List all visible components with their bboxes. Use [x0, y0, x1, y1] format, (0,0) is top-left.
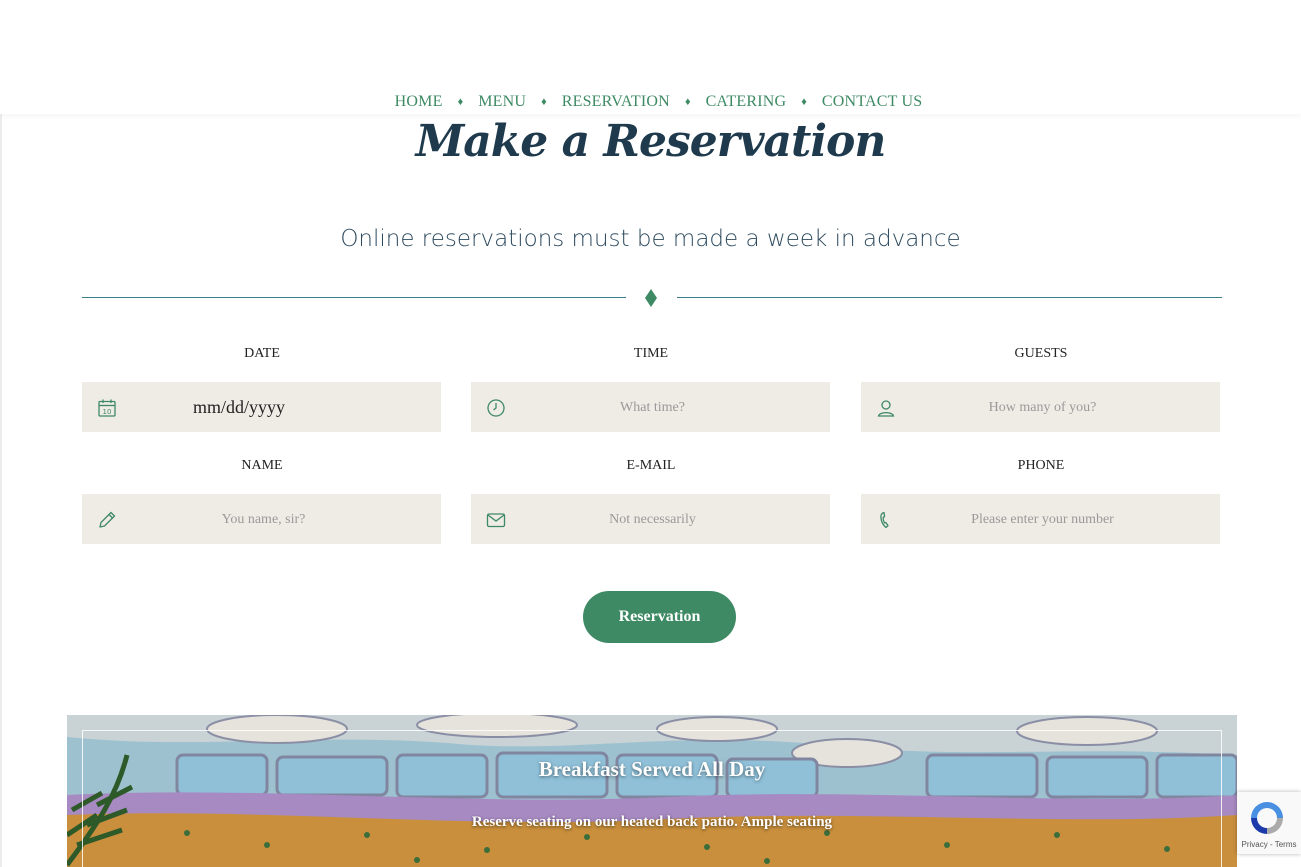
- time-label: TIME: [633, 346, 669, 361]
- date-field[interactable]: 10 mm/dd/yyyy: [82, 382, 441, 432]
- nav-contact-us[interactable]: CONTACT US: [822, 92, 922, 112]
- phone-label: PHONE: [1017, 458, 1065, 473]
- banner-title: Breakfast Served All Day: [538, 757, 766, 781]
- diamond-icon: [645, 289, 657, 307]
- nav-separator-icon: ♦: [684, 96, 691, 108]
- nav-home[interactable]: HOME: [395, 92, 443, 112]
- time-field[interactable]: [471, 382, 834, 434]
- guests-input[interactable]: [861, 382, 1224, 434]
- site-header: HOME ♦ MENU ♦ RESERVATION ♦ CATERING ♦ C…: [0, 0, 1301, 114]
- banner-frame: [82, 730, 1222, 867]
- name-input[interactable]: [82, 494, 445, 546]
- date-label: DATE: [244, 346, 280, 361]
- divider-line-right: [677, 297, 1222, 298]
- nav-separator-icon: ♦: [801, 96, 807, 108]
- recaptcha-icon: [1251, 802, 1283, 834]
- name-field[interactable]: [82, 494, 445, 546]
- phone-input[interactable]: [861, 494, 1224, 546]
- email-field[interactable]: [471, 494, 834, 546]
- nav-separator-icon: ♦: [541, 96, 547, 108]
- name-label: NAME: [241, 458, 283, 473]
- divider-line-left: [82, 297, 626, 298]
- guests-label: GUESTS: [1014, 346, 1068, 361]
- page-title: Make a Reservation: [415, 116, 887, 167]
- page-subtitle: Online reservations must be made a week …: [340, 226, 961, 252]
- svg-text:10: 10: [103, 408, 112, 416]
- recaptcha-links[interactable]: Privacy - Terms: [1237, 840, 1301, 849]
- time-input[interactable]: [471, 382, 834, 434]
- nav-menu[interactable]: MENU: [478, 92, 526, 112]
- banner-text: Reserve seating on our heated back patio…: [471, 814, 833, 830]
- nav-separator-icon: ♦: [457, 96, 464, 108]
- main-nav: HOME ♦ MENU ♦ RESERVATION ♦ CATERING ♦ C…: [0, 92, 1301, 112]
- calendar-icon: 10: [98, 399, 116, 417]
- phone-field[interactable]: [861, 494, 1224, 546]
- promo-banner: Breakfast Served All Day Reserve seating…: [67, 715, 1237, 867]
- nav-reservation[interactable]: RESERVATION: [562, 92, 670, 112]
- email-label: E-MAIL: [626, 458, 676, 473]
- guests-field[interactable]: [861, 382, 1224, 434]
- recaptcha-badge[interactable]: Privacy - Terms: [1237, 792, 1301, 854]
- nav-catering[interactable]: CATERING: [706, 92, 787, 112]
- date-input[interactable]: mm/dd/yyyy: [193, 397, 285, 418]
- email-input[interactable]: [471, 494, 834, 546]
- reservation-button[interactable]: Reservation: [583, 591, 736, 643]
